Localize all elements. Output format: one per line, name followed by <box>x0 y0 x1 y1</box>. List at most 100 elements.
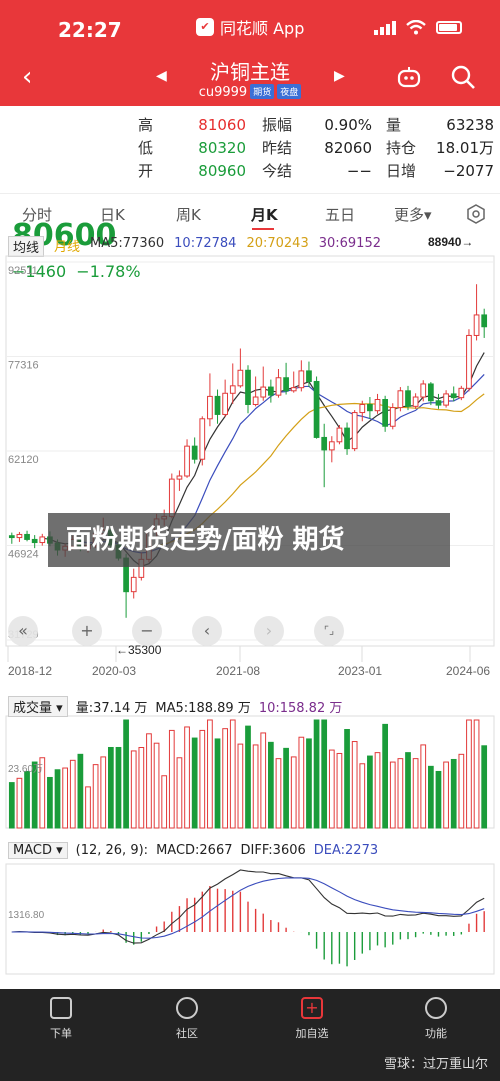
dea-value: DEA:2273 <box>313 843 379 858</box>
volume-dropdown[interactable]: 成交量 ▾ <box>8 696 68 717</box>
candle-down <box>344 427 350 450</box>
x-tick-label: 2018-12 <box>8 664 52 678</box>
candle-down <box>435 400 442 406</box>
x-tick-label: 2021-08 <box>216 664 260 678</box>
y-tick-label: 92511 <box>8 265 38 277</box>
candle-up <box>168 478 175 517</box>
volume-bar-up <box>328 749 335 829</box>
volume-value: 量:37.14 万 <box>75 701 148 716</box>
scroll-right-button[interactable]: › <box>254 616 284 646</box>
macd-dropdown[interactable]: MACD ▾ <box>8 842 68 859</box>
high-annotation: 88940→ <box>428 235 473 249</box>
volume-bar-up <box>92 764 99 829</box>
candle-down <box>405 390 411 407</box>
volume-ma10: 10:158.82 万 <box>258 701 343 716</box>
nav-order[interactable]: 下单 <box>26 997 96 1041</box>
low-annotation: ←35300 <box>116 643 162 657</box>
add-watchlist-icon: + <box>301 997 323 1019</box>
volume-ma5: MA5:188.89 万 <box>155 701 251 716</box>
macd-indicator-row: MACD ▾ (12, 26, 9): MACD:2667 DIFF:3606 … <box>8 842 378 859</box>
candle-up <box>130 576 137 593</box>
volume-bar-down <box>382 723 389 829</box>
volume-bar-down <box>245 725 251 829</box>
y-tick-label: 77316 <box>8 359 39 371</box>
diff-value: DIFF:3606 <box>240 843 306 858</box>
x-tick-label: 2020-03 <box>92 664 136 678</box>
volume-bar-up <box>62 767 69 829</box>
volume-bar-up <box>397 758 404 829</box>
scroll-left-button[interactable]: ‹ <box>192 616 222 646</box>
candle-down <box>31 538 38 544</box>
volume-bar-up <box>351 741 358 829</box>
volume-bar-down <box>115 746 122 829</box>
volume-bar-up <box>473 719 480 829</box>
candle-down <box>24 533 30 540</box>
candle-down <box>306 370 312 382</box>
volume-bar-down <box>8 782 15 829</box>
volume-bar-up <box>443 761 449 829</box>
y-tick-label: 62120 <box>8 454 39 466</box>
volume-bar-up <box>69 759 76 829</box>
candle-up <box>222 392 229 415</box>
title-overlay-banner: 面粉期货走势/面粉 期货 <box>48 513 450 567</box>
candle-up <box>351 412 358 450</box>
nav-add-watchlist[interactable]: + 加自选 <box>277 997 347 1041</box>
volume-bar-down <box>367 755 373 829</box>
candle-up <box>328 441 335 451</box>
volume-bar-down <box>107 746 114 829</box>
nav-community[interactable]: 社区 <box>152 997 222 1041</box>
zoom-in-button[interactable]: + <box>72 616 102 646</box>
volume-bar-down <box>77 753 84 829</box>
candle-up <box>184 445 190 477</box>
volume-bar-up <box>336 752 343 829</box>
candle-up <box>389 407 396 427</box>
zoom-out-button[interactable]: − <box>132 616 162 646</box>
functions-icon <box>425 997 447 1019</box>
candle-down <box>191 445 198 460</box>
volume-bar-down <box>344 729 350 829</box>
volume-bar-up <box>458 753 465 829</box>
macd-tick-label: 1316.80 <box>8 910 45 921</box>
candle-down <box>450 393 457 399</box>
volume-bar-up <box>222 728 229 829</box>
y-tick-label: 46924 <box>8 549 39 561</box>
fullscreen-button[interactable]: ⌜⌟ <box>314 616 344 646</box>
volume-bar-up <box>176 757 183 829</box>
candle-up <box>176 475 183 480</box>
volume-bar-up <box>389 761 396 829</box>
nav-community-label: 社区 <box>176 1027 198 1040</box>
candle-up <box>443 393 449 406</box>
volume-bar-down <box>267 741 274 829</box>
candle-up <box>458 387 465 399</box>
nav-functions[interactable]: 功能 <box>401 997 471 1041</box>
candle-down <box>267 386 274 396</box>
volume-bar-down <box>405 752 411 829</box>
volume-bar-down <box>123 719 129 829</box>
candle-down <box>321 436 328 451</box>
volume-bar-up <box>290 756 297 829</box>
volume-bar-down <box>283 747 289 829</box>
macd-value: MACD:2667 <box>156 843 233 858</box>
volume-tick-label: 23.60万 <box>8 764 43 775</box>
volume-bar-up <box>252 744 259 829</box>
scroll-first-button[interactable]: « <box>8 616 38 646</box>
community-icon <box>176 997 198 1019</box>
candle-down <box>313 380 320 438</box>
volume-bar-up <box>229 719 236 829</box>
volume-bar-down <box>313 719 320 829</box>
volume-bar-down <box>214 738 221 829</box>
x-tick-label: 2023-01 <box>338 664 382 678</box>
nav-add-watchlist-label: 加自选 <box>295 1027 329 1040</box>
volume-bar-up <box>138 747 145 829</box>
candle-up <box>207 395 213 420</box>
candle-down <box>8 535 15 539</box>
volume-bar-up <box>275 758 282 829</box>
volume-bar-up <box>420 744 427 829</box>
volume-bar-down <box>191 737 198 829</box>
volume-bar-up <box>412 758 419 829</box>
volume-bar-up <box>184 726 190 829</box>
candle-up <box>298 370 305 389</box>
candle-up <box>374 399 381 412</box>
xueqiu-watermark: 雪球：过万重山尔 <box>383 1057 488 1072</box>
volume-bar-down <box>47 776 53 829</box>
